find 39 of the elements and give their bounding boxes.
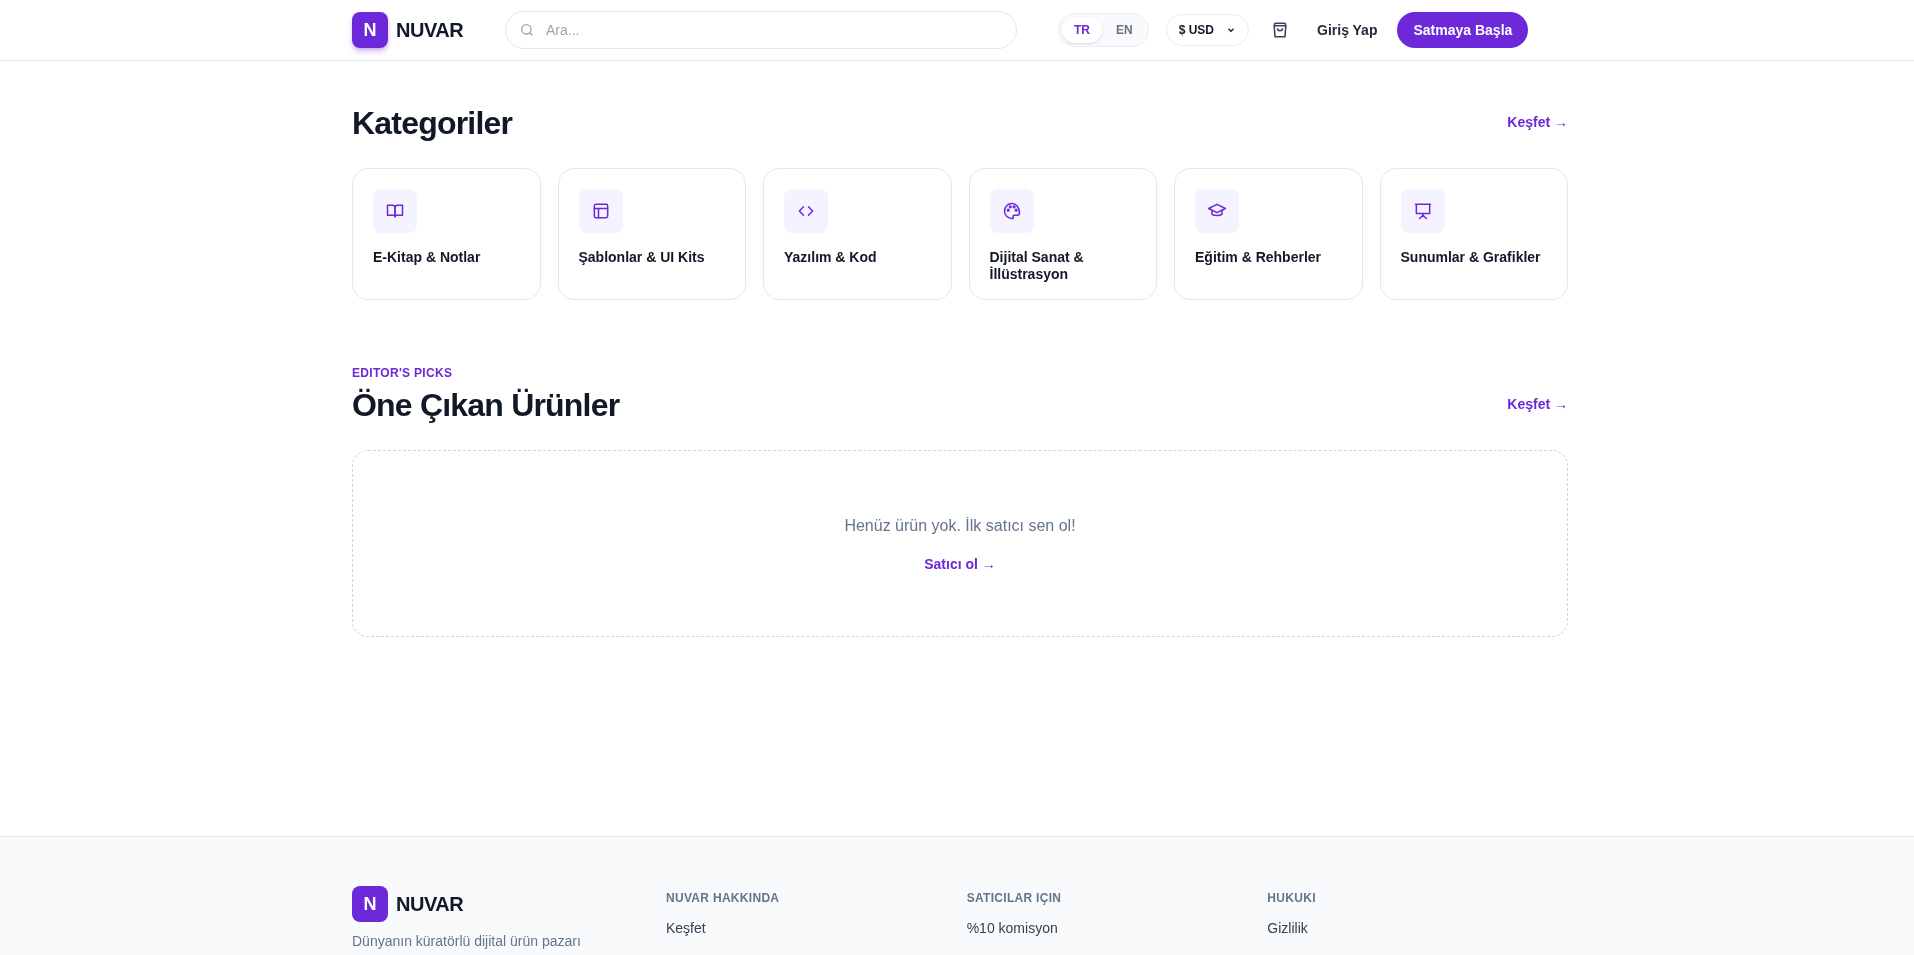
footer-description: Dünyanın küratörlü dijital ürün pazarı [352, 933, 582, 949]
category-card[interactable]: Eğitim & Rehberler [1174, 168, 1363, 300]
footer-link[interactable]: Gizlilik [1267, 918, 1308, 938]
explore-link[interactable]: Keşfet → [1507, 393, 1568, 414]
category-label: Dijital Sanat & İllüstrasyon [989, 249, 1085, 283]
footer-column-heading: NUVAR HAKKINDA [666, 890, 781, 906]
logo-mark[interactable]: N [352, 886, 388, 922]
start-selling-button[interactable]: Satmaya Başla [1397, 12, 1529, 48]
search-field[interactable]: Ara... [505, 11, 1017, 49]
category-card[interactable]: Şablonlar & UI Kits [557, 168, 746, 300]
footer-column-heading: SATICILAR IÇIN [966, 890, 1063, 906]
footer-link[interactable]: %10 komisyon [966, 918, 1058, 938]
footer-column-heading: HUKUKI [1267, 890, 1317, 906]
category-label: Sunumlar & Grafikler [1400, 249, 1542, 266]
become-seller-link[interactable]: Satıcı ol → [924, 553, 996, 574]
login-link[interactable]: Giriş Yap [1317, 20, 1378, 40]
category-label: Yazılım & Kod [784, 249, 878, 266]
presentation-icon [1412, 201, 1433, 221]
category-label: E-Kitap & Notlar [373, 249, 482, 266]
category-card[interactable]: Yazılım & Kod [763, 168, 952, 300]
category-label: Şablonlar & UI Kits [578, 249, 706, 266]
explore-link[interactable]: Keşfet → [1507, 111, 1568, 132]
category-card[interactable]: E-Kitap & Notlar [352, 168, 541, 300]
search-icon [519, 22, 535, 38]
palette-icon [1001, 201, 1022, 221]
category-card[interactable]: Sunumlar & Grafikler [1379, 168, 1568, 300]
footer-link[interactable]: Keşfet [666, 918, 706, 938]
category-label: Eğitim & Rehberler [1195, 249, 1323, 266]
brand-name: NUVAR [396, 892, 464, 917]
section-heading: Kategoriler [352, 104, 513, 143]
section-heading: Öne Çıkan Ürünler [352, 386, 620, 425]
empty-message: Henüz ürün yok. İlk satıcı sen ol! [844, 515, 1076, 536]
language-tab[interactable]: TR [1062, 17, 1102, 43]
language-tab[interactable]: EN [1104, 17, 1145, 43]
logo-mark[interactable]: N [352, 12, 388, 48]
section-eyebrow: EDITOR'S PICKS [352, 365, 454, 381]
brand-name: NUVAR [396, 18, 464, 43]
shopping-bag-icon[interactable] [1270, 20, 1290, 40]
category-card[interactable]: Dijital Sanat & İllüstrasyon [968, 168, 1157, 300]
